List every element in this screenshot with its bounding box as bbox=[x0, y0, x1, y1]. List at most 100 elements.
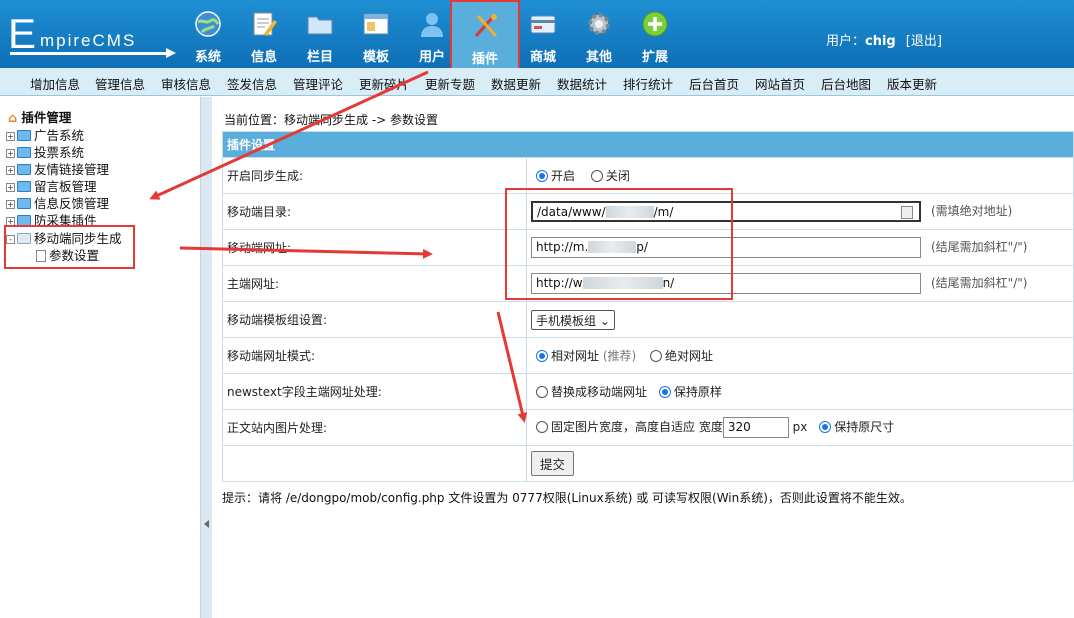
tools-icon bbox=[474, 14, 498, 38]
sync-on-radio[interactable] bbox=[536, 170, 548, 182]
tree-item-mobile-sync[interactable]: - 移动端同步生成 bbox=[6, 228, 122, 246]
row-label: 开启同步生成: bbox=[222, 157, 527, 194]
logout-link[interactable]: [退出] bbox=[906, 34, 942, 49]
nav-label: 其他 bbox=[585, 50, 612, 65]
submenu-admin-map[interactable]: 后台地图 bbox=[821, 74, 871, 93]
tree-root-label: 插件管理 bbox=[21, 110, 72, 125]
row-label: 移动端网址: bbox=[222, 229, 527, 266]
tree-item-label[interactable]: 友情链接管理 bbox=[34, 162, 109, 177]
tree-item-label[interactable]: 防采集插件 bbox=[34, 213, 97, 228]
row-main-url: 主端网址: http://w n/ (结尾需加斜杠"/") bbox=[222, 265, 1074, 302]
logo-swoosh bbox=[10, 48, 176, 58]
row-value: 相对网址 (推荐) 绝对网址 bbox=[526, 337, 1074, 374]
url-mode-absolute-radio[interactable] bbox=[650, 350, 663, 362]
file-icon bbox=[36, 250, 46, 262]
quick-menu-bar: 增加信息 管理信息 审核信息 签发信息 管理评论 更新碎片 更新专题 数据更新 … bbox=[0, 68, 1074, 96]
tree-item-anti-scrape[interactable]: + 防采集插件 bbox=[6, 210, 97, 228]
row-value: 替换成移动端网址 保持原样 bbox=[526, 373, 1074, 410]
url-mode-relative-radio[interactable] bbox=[536, 350, 548, 362]
sidebar-tree: ⌂ 插件管理 + 广告系统 + 投票系统 + 友情链接管理 + 留言板管理 + 信息反馈管… bbox=[0, 97, 200, 618]
expand-icon[interactable]: + bbox=[6, 166, 15, 175]
submenu-ranking-stats[interactable]: 排行统计 bbox=[623, 74, 673, 93]
collapse-arrow-icon[interactable] bbox=[204, 520, 209, 528]
select-value: 手机模板组 bbox=[536, 313, 597, 328]
row-newstext: newstext字段主端网址处理: 替换成移动端网址 保持原样 bbox=[222, 373, 1074, 410]
tree-item-label[interactable]: 移动端同步生成 bbox=[34, 231, 122, 246]
autofill-icon[interactable] bbox=[901, 206, 913, 219]
submenu-update-fragments[interactable]: 更新碎片 bbox=[359, 74, 409, 93]
folder-icon bbox=[17, 147, 31, 158]
row-label: 正文站内图片处理: bbox=[222, 409, 527, 446]
folder-icon bbox=[17, 198, 31, 209]
nav-column[interactable]: 栏目 bbox=[292, 0, 348, 68]
tree-item-label[interactable]: 广告系统 bbox=[34, 128, 84, 143]
row-sync: 开启同步生成: 开启 关闭 bbox=[222, 157, 1074, 194]
input-text: http://w bbox=[536, 276, 583, 290]
row-label: 移动端网址模式: bbox=[222, 337, 527, 374]
template-group-select[interactable]: 手机模板组 ⌄ bbox=[531, 309, 615, 330]
main-url-input[interactable]: http://w n/ bbox=[531, 273, 921, 294]
tree-child-param-settings[interactable]: 参数设置 bbox=[34, 245, 99, 263]
sidebar-splitter[interactable] bbox=[200, 97, 212, 618]
submenu-manage-comments[interactable]: 管理评论 bbox=[293, 74, 343, 93]
tree-item-label[interactable]: 信息反馈管理 bbox=[34, 196, 109, 211]
submenu-add-info[interactable]: 增加信息 bbox=[30, 74, 80, 93]
submenu-site-home[interactable]: 网站首页 bbox=[755, 74, 805, 93]
newstext-replace-radio[interactable] bbox=[536, 386, 548, 398]
submenu-manage-info[interactable]: 管理信息 bbox=[95, 74, 145, 93]
submenu-data-stats[interactable]: 数据统计 bbox=[557, 74, 607, 93]
mobile-dir-input[interactable]: /data/www/ /m/ bbox=[531, 201, 921, 222]
expand-icon[interactable]: + bbox=[6, 200, 15, 209]
tree-item-label[interactable]: 投票系统 bbox=[34, 145, 84, 160]
submenu-admin-home[interactable]: 后台首页 bbox=[689, 74, 739, 93]
submenu-version-update[interactable]: 版本更新 bbox=[887, 74, 937, 93]
row-label: 主端网址: bbox=[222, 265, 527, 302]
input-text: p/ bbox=[636, 240, 648, 254]
sync-off-radio[interactable] bbox=[590, 170, 603, 182]
user-info: 用户：chig [退出] bbox=[826, 30, 942, 49]
radio-label: 固定图片宽度，高度自适应 宽度 bbox=[551, 420, 723, 434]
submenu-review-info[interactable]: 审核信息 bbox=[161, 74, 211, 93]
expand-icon[interactable]: + bbox=[6, 217, 15, 226]
tree-item-vote[interactable]: + 投票系统 bbox=[6, 142, 84, 160]
image-width-input[interactable]: 320 bbox=[722, 417, 789, 438]
gear-icon bbox=[588, 13, 610, 35]
image-fixed-width-radio[interactable] bbox=[536, 421, 548, 433]
image-keep-size-radio[interactable] bbox=[819, 421, 832, 433]
mobile-url-input[interactable]: http://m. p/ bbox=[531, 237, 921, 258]
field-hint: (结尾需加斜杠"/") bbox=[931, 276, 1028, 290]
nav-template[interactable]: 模板 bbox=[348, 0, 404, 68]
main-content: 当前位置：移动端同步生成 -> 参数设置 插件设置 开启同步生成: 开启 关闭 … bbox=[212, 97, 1074, 618]
field-hint: (需填绝对地址) bbox=[931, 204, 1013, 218]
nav-shop[interactable]: 商城 bbox=[515, 0, 571, 68]
collapse-icon[interactable]: - bbox=[6, 235, 15, 244]
expand-icon[interactable]: + bbox=[6, 183, 15, 192]
radio-label: 开启 bbox=[551, 169, 576, 183]
submenu-update-topics[interactable]: 更新专题 bbox=[425, 74, 475, 93]
nav-label: 系统 bbox=[194, 50, 221, 65]
folder-icon bbox=[17, 164, 31, 175]
tree-item-label[interactable]: 参数设置 bbox=[49, 248, 99, 263]
expand-icon[interactable]: + bbox=[6, 149, 15, 158]
nav-info[interactable]: 信息 bbox=[236, 0, 292, 68]
radio-label: 保持原样 bbox=[673, 385, 722, 399]
submenu-data-update[interactable]: 数据更新 bbox=[491, 74, 541, 93]
tree-item-links[interactable]: + 友情链接管理 bbox=[6, 159, 109, 177]
tree-item-guestbook[interactable]: + 留言板管理 bbox=[6, 176, 97, 194]
newstext-keep-radio[interactable] bbox=[658, 386, 671, 398]
nav-label: 扩展 bbox=[641, 50, 668, 65]
tree-item-feedback[interactable]: + 信息反馈管理 bbox=[6, 193, 109, 211]
expand-icon[interactable]: + bbox=[6, 132, 15, 141]
submit-button[interactable]: 提交 bbox=[531, 451, 575, 476]
tree-item-ads[interactable]: + 广告系统 bbox=[6, 125, 84, 143]
tree-item-label[interactable]: 留言板管理 bbox=[34, 179, 97, 194]
nav-system[interactable]: 系统 bbox=[180, 0, 236, 68]
nav-extend[interactable]: 扩展 bbox=[627, 0, 683, 68]
nav-other[interactable]: 其他 bbox=[571, 0, 627, 68]
row-value: 提交 bbox=[526, 445, 1074, 482]
nav-plugin[interactable]: 插件 bbox=[450, 0, 520, 70]
input-text: /m/ bbox=[653, 205, 674, 219]
submenu-sign-info[interactable]: 签发信息 bbox=[227, 74, 277, 93]
radio-label: 保持原尺寸 bbox=[834, 420, 895, 434]
folder-icon bbox=[17, 215, 31, 226]
